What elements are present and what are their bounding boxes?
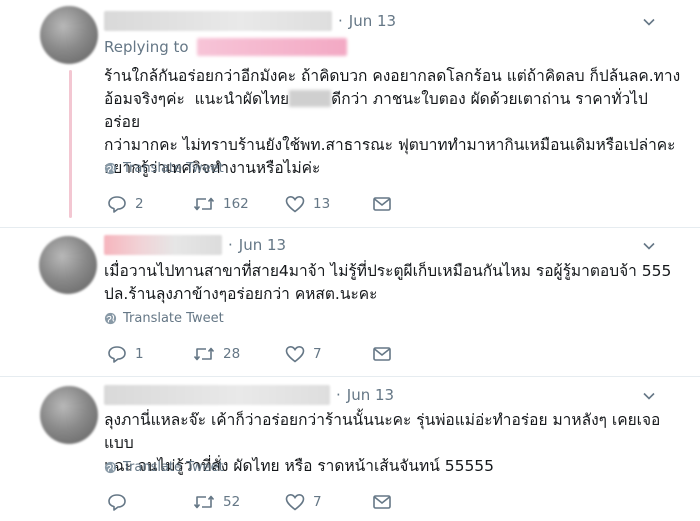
globe-icon bbox=[104, 162, 117, 175]
like-button[interactable]: 13 bbox=[285, 195, 372, 213]
thread-line bbox=[69, 70, 72, 218]
reply-button[interactable] bbox=[107, 493, 193, 511]
globe-icon bbox=[104, 312, 117, 325]
like-count: 7 bbox=[313, 494, 322, 510]
globe-icon bbox=[104, 461, 117, 474]
like-button[interactable]: 7 bbox=[285, 493, 372, 511]
direct-message-button[interactable] bbox=[372, 346, 392, 362]
tweet-header: · Jun 13 bbox=[104, 384, 394, 406]
heart-outline-icon bbox=[285, 493, 305, 511]
tweet-3[interactable]: · Jun 13 ลุงภานี่แหละจ๊ะ เค้าก็ว่าอร่อยก… bbox=[0, 377, 700, 521]
direct-message-button[interactable] bbox=[372, 196, 392, 212]
chevron-down-icon[interactable] bbox=[642, 389, 656, 403]
direct-message-button[interactable] bbox=[372, 494, 392, 510]
retweet-button[interactable]: 162 bbox=[193, 196, 285, 212]
replying-handle-redacted[interactable] bbox=[196, 38, 347, 56]
tweet-actions: 2 162 13 bbox=[107, 195, 392, 213]
tweet-header: · Jun 13 bbox=[104, 234, 286, 256]
chevron-down-icon[interactable] bbox=[642, 239, 656, 253]
avatar[interactable] bbox=[40, 386, 98, 444]
reply-count: 2 bbox=[135, 196, 144, 212]
like-count: 7 bbox=[313, 346, 322, 362]
like-button[interactable]: 7 bbox=[285, 345, 372, 363]
heart-outline-icon bbox=[285, 345, 305, 363]
separator-dot: · bbox=[338, 12, 343, 30]
avatar[interactable] bbox=[39, 236, 97, 294]
reply-button[interactable]: 1 bbox=[107, 345, 193, 363]
translate-tweet-link[interactable]: Translate Tweet bbox=[104, 460, 224, 475]
retweet-button[interactable]: 52 bbox=[193, 494, 285, 510]
reply-button[interactable]: 2 bbox=[107, 195, 193, 213]
tweet-date[interactable]: Jun 13 bbox=[239, 236, 286, 254]
redacted-text bbox=[289, 90, 332, 107]
speech-bubble-icon bbox=[108, 494, 126, 511]
replying-to: Replying to bbox=[104, 38, 347, 56]
separator-dot: · bbox=[336, 386, 341, 404]
chevron-down-icon[interactable] bbox=[642, 15, 656, 29]
retweet-arrows-icon bbox=[193, 347, 215, 361]
tweet-text: เมื่อวานไปทานสาขาที่สาย4มาจ้า ไม่รู้ที่ป… bbox=[104, 262, 672, 303]
envelope-icon bbox=[373, 197, 391, 211]
reply-count: 1 bbox=[135, 346, 144, 362]
retweet-count: 28 bbox=[223, 346, 241, 362]
translate-tweet-link[interactable]: Translate Tweet bbox=[104, 161, 224, 176]
translate-label: Translate Tweet bbox=[123, 311, 224, 326]
translate-label: Translate Tweet bbox=[123, 460, 224, 475]
envelope-icon bbox=[373, 495, 391, 509]
tweet-actions: 1 28 7 bbox=[107, 345, 392, 363]
retweet-button[interactable]: 28 bbox=[193, 346, 285, 362]
replying-label: Replying to bbox=[104, 38, 189, 56]
retweet-arrows-icon bbox=[193, 197, 215, 211]
tweet-date[interactable]: Jun 13 bbox=[349, 12, 396, 30]
separator-dot: · bbox=[228, 236, 233, 254]
retweet-count: 162 bbox=[223, 196, 249, 212]
author-name-redacted[interactable] bbox=[104, 385, 330, 405]
translate-label: Translate Tweet bbox=[123, 161, 224, 176]
heart-outline-icon bbox=[285, 195, 305, 213]
like-count: 13 bbox=[313, 196, 331, 212]
tweet-1[interactable]: · Jun 13 Replying to ร้านใกล้กันอร่อยกว่… bbox=[0, 0, 700, 225]
author-name-redacted[interactable] bbox=[104, 11, 332, 31]
tweet-header: · Jun 13 bbox=[104, 10, 396, 32]
avatar[interactable] bbox=[40, 6, 98, 64]
speech-bubble-icon bbox=[108, 196, 126, 213]
author-name-redacted[interactable] bbox=[104, 235, 222, 255]
tweet-2[interactable]: · Jun 13 เมื่อวานไปทานสาขาที่สาย4มาจ้า ไ… bbox=[0, 228, 700, 376]
tweet-actions: 52 7 bbox=[107, 493, 392, 511]
translate-tweet-link[interactable]: Translate Tweet bbox=[104, 311, 224, 326]
tweet-date[interactable]: Jun 13 bbox=[347, 386, 394, 404]
envelope-icon bbox=[373, 347, 391, 361]
retweet-count: 52 bbox=[223, 494, 241, 510]
retweet-arrows-icon bbox=[193, 495, 215, 509]
speech-bubble-icon bbox=[108, 346, 126, 363]
